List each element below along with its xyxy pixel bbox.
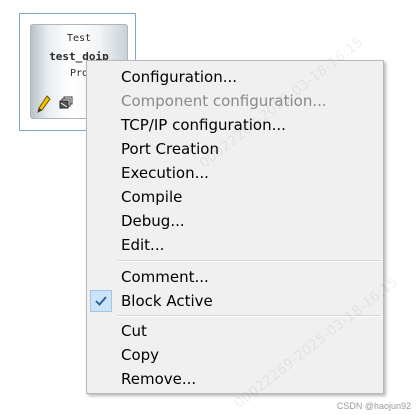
menu-item-port-creation[interactable]: Port Creation <box>87 137 383 161</box>
menu-item-label: Execution... <box>121 164 209 182</box>
block-type-label: Test <box>66 33 92 44</box>
menu-separator <box>117 315 381 317</box>
menu-item-label: TCP/IP configuration... <box>121 116 286 134</box>
menu-item-debug[interactable]: Debug... <box>87 209 383 233</box>
stack-icon[interactable] <box>59 96 73 110</box>
menu-item-execution[interactable]: Execution... <box>87 161 383 185</box>
menu-item-label: Component configuration... <box>121 92 327 110</box>
menu-separator <box>117 260 381 262</box>
menu-item-label: Copy <box>121 346 160 364</box>
menu-item-tcpip-configuration[interactable]: TCP/IP configuration... <box>87 113 383 137</box>
menu-item-block-active[interactable]: Block Active <box>87 289 383 313</box>
menu-item-label: Compile <box>121 188 183 206</box>
menu-item-label: Remove... <box>121 370 197 388</box>
pencil-icon[interactable] <box>37 95 51 113</box>
menu-item-label: Configuration... <box>121 68 238 86</box>
menu-item-comment[interactable]: Comment... <box>87 265 383 289</box>
checkmark-icon <box>90 290 112 312</box>
menu-item-remove[interactable]: Remove... <box>87 367 383 391</box>
menu-item-label: Port Creation <box>121 140 219 158</box>
menu-item-label: Debug... <box>121 212 185 230</box>
context-menu: Configuration... Component configuration… <box>86 60 384 394</box>
menu-item-label: Cut <box>121 322 147 340</box>
menu-item-component-configuration: Component configuration... <box>87 89 383 113</box>
menu-item-compile[interactable]: Compile <box>87 185 383 209</box>
menu-item-label: Edit... <box>121 236 165 254</box>
menu-item-label: Block Active <box>121 292 213 310</box>
credit-label: CSDN @haojun92 <box>336 401 411 411</box>
menu-item-edit[interactable]: Edit... <box>87 233 383 257</box>
menu-item-copy[interactable]: Copy <box>87 343 383 367</box>
menu-item-configuration[interactable]: Configuration... <box>87 65 383 89</box>
menu-item-cut[interactable]: Cut <box>87 319 383 343</box>
menu-item-label: Comment... <box>121 268 209 286</box>
